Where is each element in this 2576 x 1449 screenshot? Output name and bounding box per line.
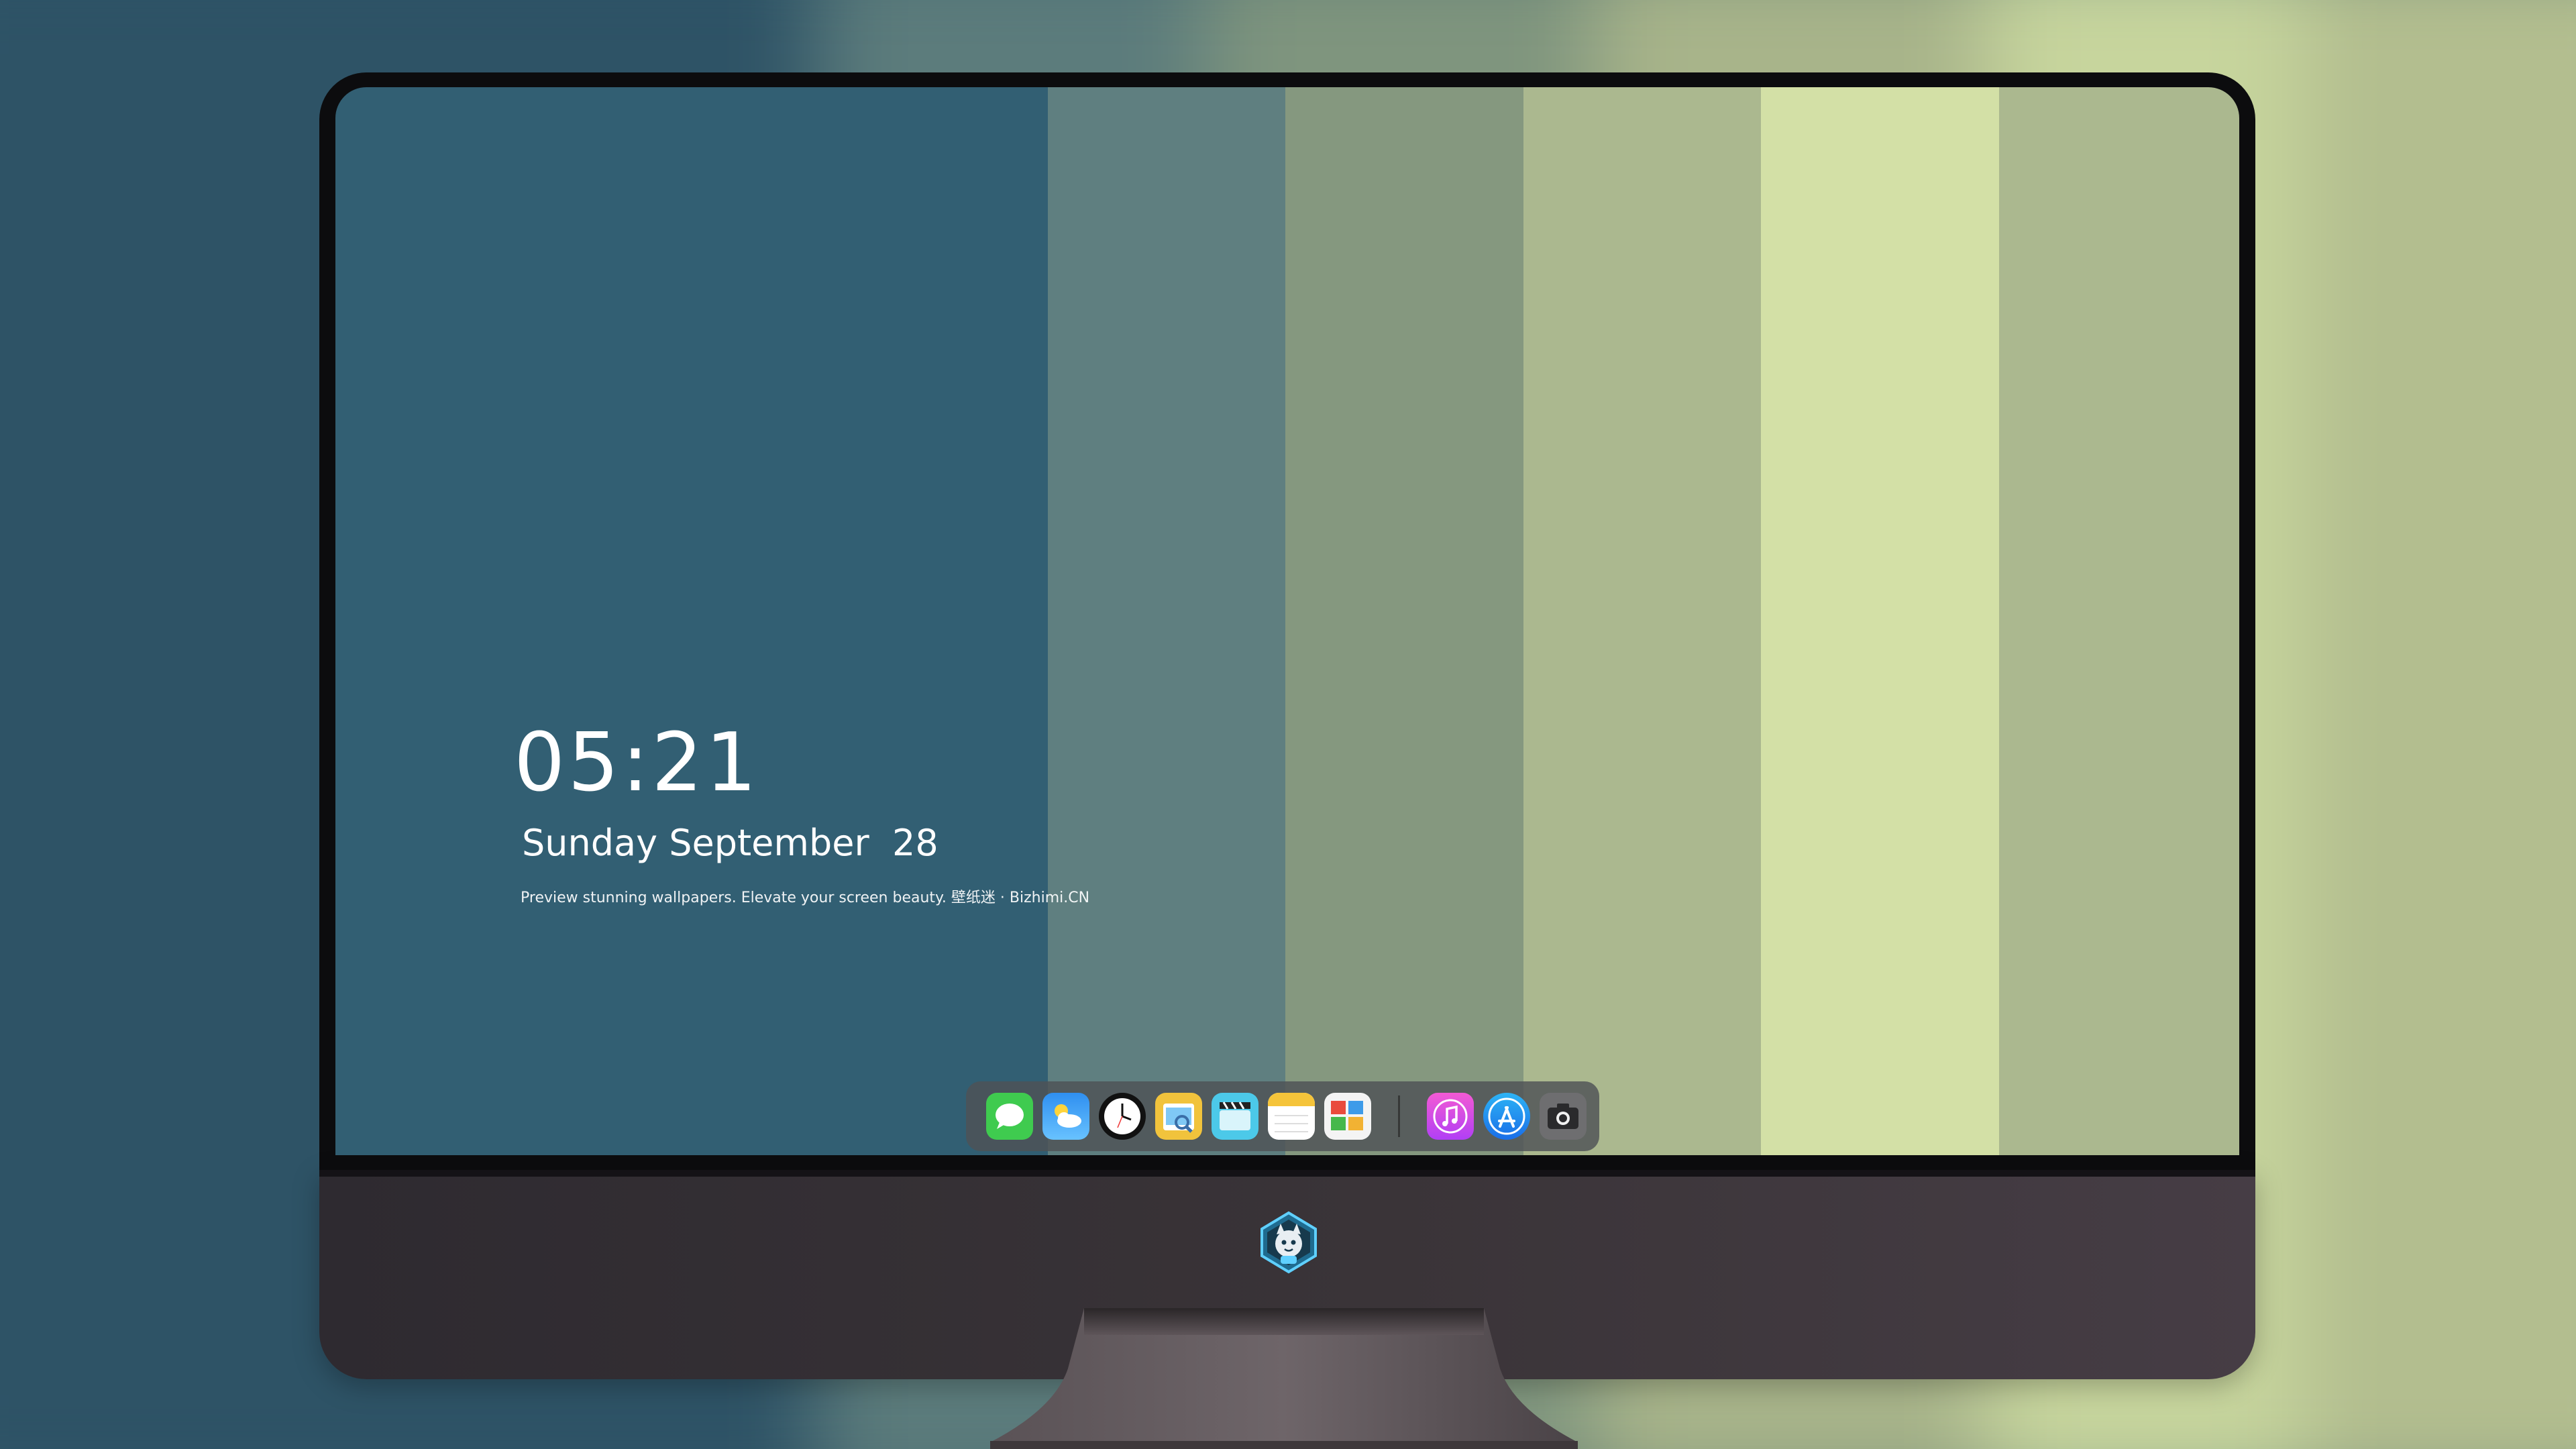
wallpaper-stripe [1999,87,2239,1155]
monitor-bezel [319,72,2255,1170]
mascot-logo-icon [1260,1211,1317,1274]
clock-icon[interactable] [1099,1093,1146,1140]
wallpaper-stripe [1048,87,1285,1155]
backdrop-stripe [0,0,342,1449]
music-icon[interactable] [1427,1093,1474,1140]
dock [966,1081,1599,1151]
wallpaper-stripe [335,87,1048,1155]
clips-icon[interactable] [1212,1093,1258,1140]
desktop-stage: 05:21 Sunday September 28 Preview stunni… [0,0,2576,1449]
clock-date: Sunday September 28 [522,822,938,864]
backdrop-stripe [2303,0,2576,1449]
weather-icon[interactable] [1042,1093,1089,1140]
clock-time: 05:21 [514,716,759,810]
notes-icon[interactable] [1268,1093,1315,1140]
wallpaper-stripe [1285,87,1523,1155]
photo-booth-icon[interactable] [1324,1093,1371,1140]
wallpaper-screen [335,87,2239,1155]
wallpaper-stripe [1523,87,1761,1155]
monitor-stand [990,1308,1578,1449]
messages-icon[interactable] [986,1093,1033,1140]
camera-icon[interactable] [1540,1093,1587,1140]
wallpaper-caption: Preview stunning wallpapers. Elevate you… [521,890,1090,906]
preview-icon[interactable] [1155,1093,1202,1140]
dock-separator [1398,1095,1400,1137]
lock-clock: 05:21 Sunday September 28 Preview stunni… [514,723,1089,907]
app-store-icon[interactable] [1483,1093,1530,1140]
wallpaper-stripe [1761,87,1999,1155]
